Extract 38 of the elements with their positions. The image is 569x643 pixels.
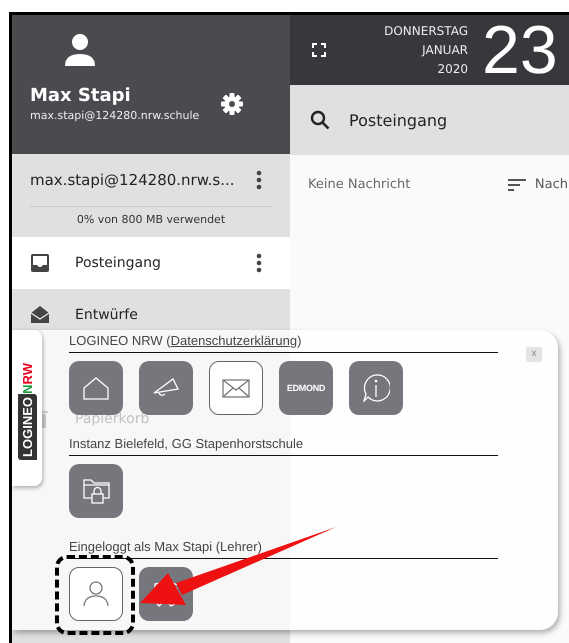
- user-name: Max Stapi: [30, 85, 132, 106]
- storage-usage: 0% von 800 MB verwendet: [76, 212, 226, 228]
- folder-lock-icon: [82, 478, 110, 504]
- sort-icon[interactable]: [506, 178, 527, 192]
- app-tile[interactable]: [209, 361, 263, 415]
- weekday-text: DONNERSTAG: [384, 22, 468, 40]
- user-icon: [83, 581, 109, 607]
- sort-label[interactable]: Nach: [534, 177, 568, 192]
- user-email: max.stapi@124280.nrw.schule: [30, 109, 200, 122]
- more-icon[interactable]: [256, 253, 262, 273]
- folder-icon: [30, 305, 50, 325]
- mail-icon: [222, 378, 250, 398]
- account-address[interactable]: max.stapi@124280.nrw.s...: [30, 171, 235, 189]
- folder-item[interactable]: Posteingang: [12, 237, 290, 289]
- search-value[interactable]: Posteingang: [349, 110, 448, 130]
- app-tile[interactable]: [349, 361, 403, 415]
- megaphone-icon: [153, 378, 179, 398]
- brand-tab[interactable]: LOGINEO NRW: [12, 330, 42, 486]
- section-title: LOGINEO NRW (Datenschutzerklärung): [69, 333, 498, 353]
- app-tile[interactable]: EDMOND: [279, 361, 333, 415]
- info-icon: [362, 374, 390, 402]
- empty-message: Keine Nachricht: [308, 177, 410, 192]
- section-title: Instanz Bielefeld, GG Stapenhorstschule: [69, 436, 498, 456]
- year-text: 2020: [437, 60, 468, 78]
- person-icon: [64, 33, 96, 67]
- brand-logo-suffix: NRW: [20, 363, 34, 394]
- settings-icon[interactable]: [220, 92, 244, 116]
- folder-icon: [30, 253, 50, 273]
- privacy-link[interactable]: Datenschutzerklärung: [170, 333, 298, 348]
- month-text: JANUAR: [422, 42, 468, 58]
- brand-logo-text: LOGINEO: [18, 394, 36, 460]
- app-tile[interactable]: [69, 567, 123, 621]
- search-icon[interactable]: [310, 110, 330, 130]
- more-icon[interactable]: [256, 170, 262, 190]
- day-number: 23: [482, 15, 558, 89]
- home-icon: [83, 376, 109, 400]
- app-tile[interactable]: [69, 464, 123, 518]
- fullscreen-icon[interactable]: [312, 43, 326, 57]
